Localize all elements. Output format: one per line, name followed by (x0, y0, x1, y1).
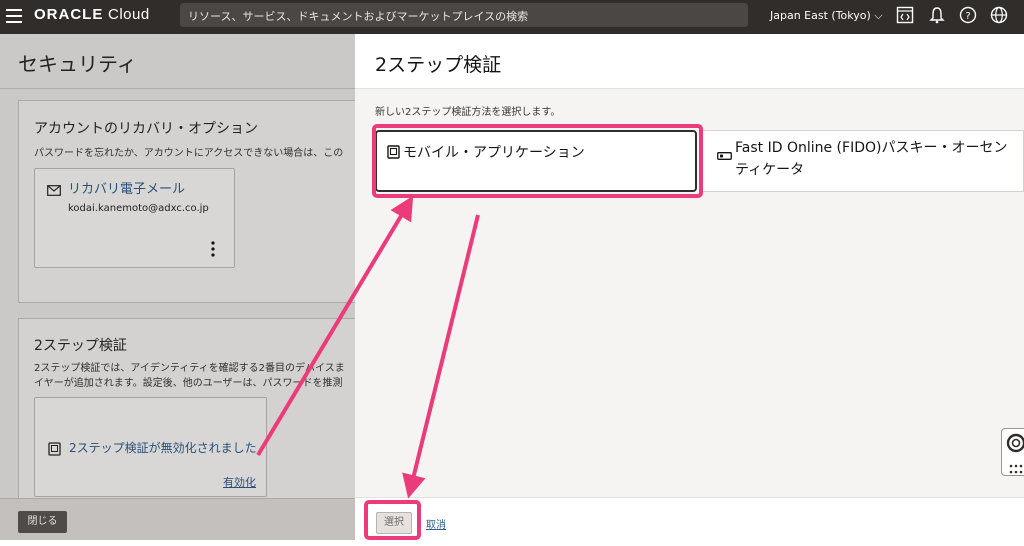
page-bottom-edge (0, 540, 1024, 546)
arrow-to-mobile-option (256, 195, 414, 457)
arrow-to-select-button (402, 214, 480, 499)
annotation-arrows (256, 195, 480, 499)
